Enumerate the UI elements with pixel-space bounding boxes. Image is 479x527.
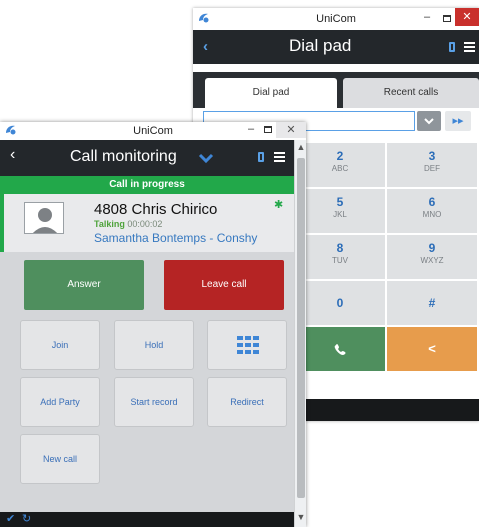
key-letters: JKL [333, 210, 347, 219]
minimize-button[interactable]: – [244, 123, 258, 135]
leave-call-button[interactable]: Leave call [164, 260, 284, 310]
call-party: Samantha Bontemps - Conshy [94, 231, 258, 245]
header-title: Call monitoring [70, 148, 177, 165]
fast-forward-button[interactable]: ▸▸ [445, 111, 471, 131]
call-button[interactable] [295, 327, 385, 371]
key-letters: TUV [332, 256, 348, 265]
maximize-button[interactable] [264, 126, 272, 133]
key-8[interactable]: 8 TUV [295, 235, 385, 279]
phone-device-icon[interactable] [449, 42, 455, 52]
key-letters: ABC [331, 164, 349, 173]
avatar [24, 202, 64, 234]
backspace-icon: < [428, 341, 436, 356]
vertical-scrollbar[interactable]: ▲ ▼ [294, 140, 306, 527]
key-digit: 6 [428, 195, 436, 209]
redirect-button[interactable]: Redirect [207, 377, 287, 427]
caller-name: 4808 Chris Chirico [94, 201, 218, 218]
menu-icon[interactable] [464, 42, 475, 52]
dropdown-button[interactable] [417, 111, 441, 131]
dialpad-tabs: Dial pad Recent calls [193, 72, 479, 108]
key-2[interactable]: 2 ABC [295, 143, 385, 187]
phone-device-icon[interactable] [258, 152, 264, 162]
key-digit: 9 [428, 241, 436, 255]
close-button[interactable]: ✕ [455, 8, 479, 26]
key-digit: 3 [428, 149, 436, 163]
check-icon: ✔ [6, 513, 16, 525]
call-status-bar: Call in progress [0, 176, 294, 194]
call-state-label: Talking [94, 219, 125, 229]
scroll-down-icon[interactable]: ▼ [295, 512, 307, 522]
key-letters: WXYZ [420, 256, 444, 265]
hold-button[interactable]: Hold [114, 320, 194, 370]
key-hash[interactable]: # [387, 281, 477, 325]
keypad-grid-icon [237, 336, 259, 354]
user-silhouette-icon [32, 208, 58, 233]
chevron-down-icon[interactable] [198, 153, 214, 165]
dialpad-titlebar: UniCom – ✕ [193, 8, 479, 30]
tab-dial-pad[interactable]: Dial pad [205, 78, 337, 108]
fast-forward-icon: ▸▸ [452, 115, 464, 127]
key-letters: DEF [424, 164, 440, 173]
call-monitoring-window: UniCom – ✕ ‹ Call monitoring Call in pro… [0, 122, 306, 527]
monitor-footer: ✔ ↻ [0, 512, 294, 527]
key-3[interactable]: 3 DEF [387, 143, 477, 187]
key-6[interactable]: 6 MNO [387, 189, 477, 233]
sync-icon[interactable]: ↻ [22, 512, 31, 525]
join-button[interactable]: Join [20, 320, 100, 370]
back-chevron-icon[interactable]: ‹ [203, 38, 208, 55]
key-0[interactable]: 0 [295, 281, 385, 325]
key-digit: 2 [336, 149, 344, 163]
scroll-up-icon[interactable]: ▲ [295, 142, 307, 152]
chevron-down-icon [424, 118, 434, 125]
close-button[interactable]: ✕ [276, 122, 306, 138]
backspace-button[interactable]: < [387, 327, 477, 371]
tab-recent-calls[interactable]: Recent calls [343, 78, 479, 108]
keypad-button[interactable] [207, 320, 287, 370]
call-duration: 00:00:02 [127, 219, 163, 229]
favorite-star-icon[interactable]: ✱ [274, 198, 283, 211]
monitor-titlebar: UniCom – ✕ [0, 122, 306, 140]
call-state: Talking 00:00:02 [94, 219, 162, 229]
scroll-thumb[interactable] [297, 158, 305, 498]
new-call-button[interactable]: New call [20, 434, 100, 484]
key-digit: 8 [336, 241, 344, 255]
menu-icon[interactable] [274, 152, 285, 162]
key-digit: # [428, 296, 436, 310]
key-9[interactable]: 9 WXYZ [387, 235, 477, 279]
add-party-button[interactable]: Add Party [20, 377, 100, 427]
key-5[interactable]: 5 JKL [295, 189, 385, 233]
header-title: Dial pad [289, 36, 352, 55]
monitor-content: ‹ Call monitoring Call in progress 4808 … [0, 140, 294, 512]
phone-icon [334, 344, 346, 355]
answer-button[interactable]: Answer [24, 260, 144, 310]
monitor-header: ‹ Call monitoring [0, 140, 294, 176]
key-letters: MNO [422, 210, 442, 219]
minimize-button[interactable]: – [420, 11, 434, 23]
key-digit: 0 [336, 296, 344, 310]
window-title: UniCom [133, 125, 173, 137]
window-title: UniCom [316, 13, 356, 25]
dialpad-header: ‹ Dial pad [193, 30, 479, 64]
key-digit: 5 [336, 195, 344, 209]
maximize-button[interactable] [443, 15, 451, 22]
call-card[interactable]: 4808 Chris Chirico Talking 00:00:02 Sama… [0, 194, 294, 252]
start-record-button[interactable]: Start record [114, 377, 194, 427]
